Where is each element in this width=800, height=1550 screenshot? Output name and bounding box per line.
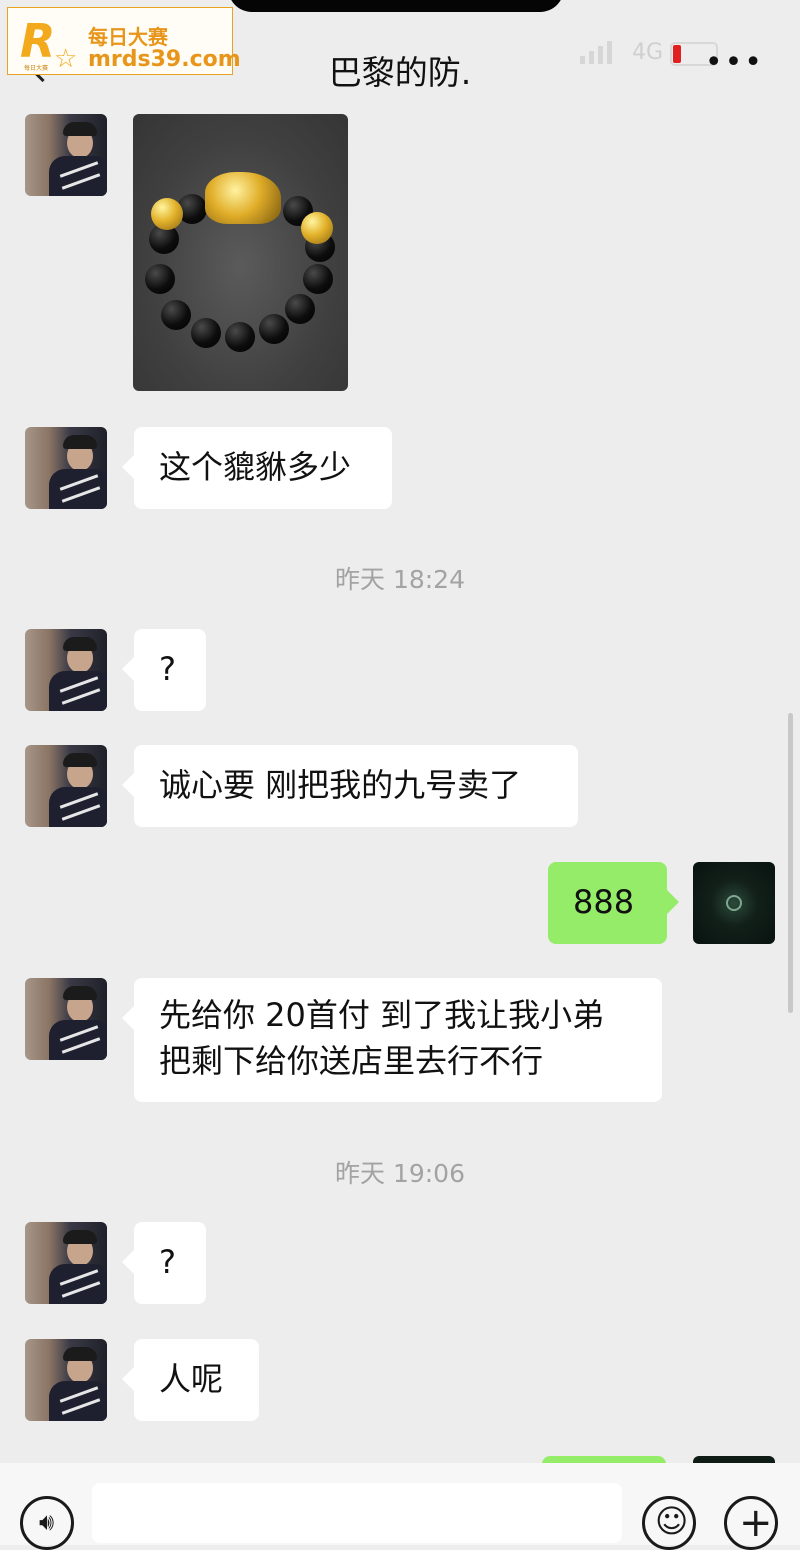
- scrollbar[interactable]: [788, 713, 793, 1013]
- message-bubble[interactable]: 诚心要 刚把我的九号卖了: [122, 745, 578, 827]
- bracelet-photo[interactable]: [133, 114, 348, 391]
- self-avatar-partial: [693, 1456, 775, 1463]
- contact-avatar[interactable]: [25, 1222, 107, 1304]
- message-bubble[interactable]: ?: [122, 1222, 206, 1304]
- message-input[interactable]: [92, 1483, 622, 1543]
- watermark-logo: R ☆ 每日大赛 每日大赛 mrds39.com: [7, 7, 241, 75]
- signal-bar-icon: [580, 56, 585, 64]
- message-bubble[interactable]: 人呢: [122, 1339, 259, 1421]
- contact-avatar[interactable]: [25, 978, 107, 1060]
- input-bar: 🔊︎ ☺ +: [0, 1463, 800, 1550]
- network-type: 4G: [632, 40, 664, 65]
- message-bubble-self[interactable]: 888: [548, 862, 679, 944]
- camera-notch: [228, 0, 564, 12]
- message-bubble[interactable]: 这个貔貅多少: [122, 427, 392, 509]
- plus-icon[interactable]: +: [724, 1496, 778, 1550]
- contact-avatar[interactable]: [25, 629, 107, 711]
- more-options-icon[interactable]: •••: [705, 48, 764, 78]
- message-bubble-self-partial: [542, 1456, 666, 1463]
- message-bubble[interactable]: ?: [122, 629, 206, 711]
- signal-bar-icon: [589, 51, 594, 64]
- timestamp: 昨天 18:24: [335, 565, 465, 594]
- signal-bar-icon: [607, 41, 612, 64]
- contact-avatar[interactable]: [25, 745, 107, 827]
- message-bubble[interactable]: 先给你 20首付 到了我让我小弟 把剩下给你送店里去行不行: [122, 978, 662, 1102]
- self-avatar[interactable]: [693, 862, 775, 944]
- signal-bar-icon: [598, 46, 603, 64]
- contact-avatar[interactable]: [25, 427, 107, 509]
- voice-icon[interactable]: 🔊︎: [20, 1496, 74, 1550]
- chat-area[interactable]: 这个貔貅多少 昨天 18:24 ? 诚心要 刚把我的九号卖了 888 先给你 2…: [0, 88, 800, 1463]
- emoji-icon[interactable]: ☺: [642, 1496, 696, 1550]
- timestamp: 昨天 19:06: [335, 1159, 465, 1188]
- contact-avatar[interactable]: [25, 114, 107, 196]
- contact-avatar[interactable]: [25, 1339, 107, 1421]
